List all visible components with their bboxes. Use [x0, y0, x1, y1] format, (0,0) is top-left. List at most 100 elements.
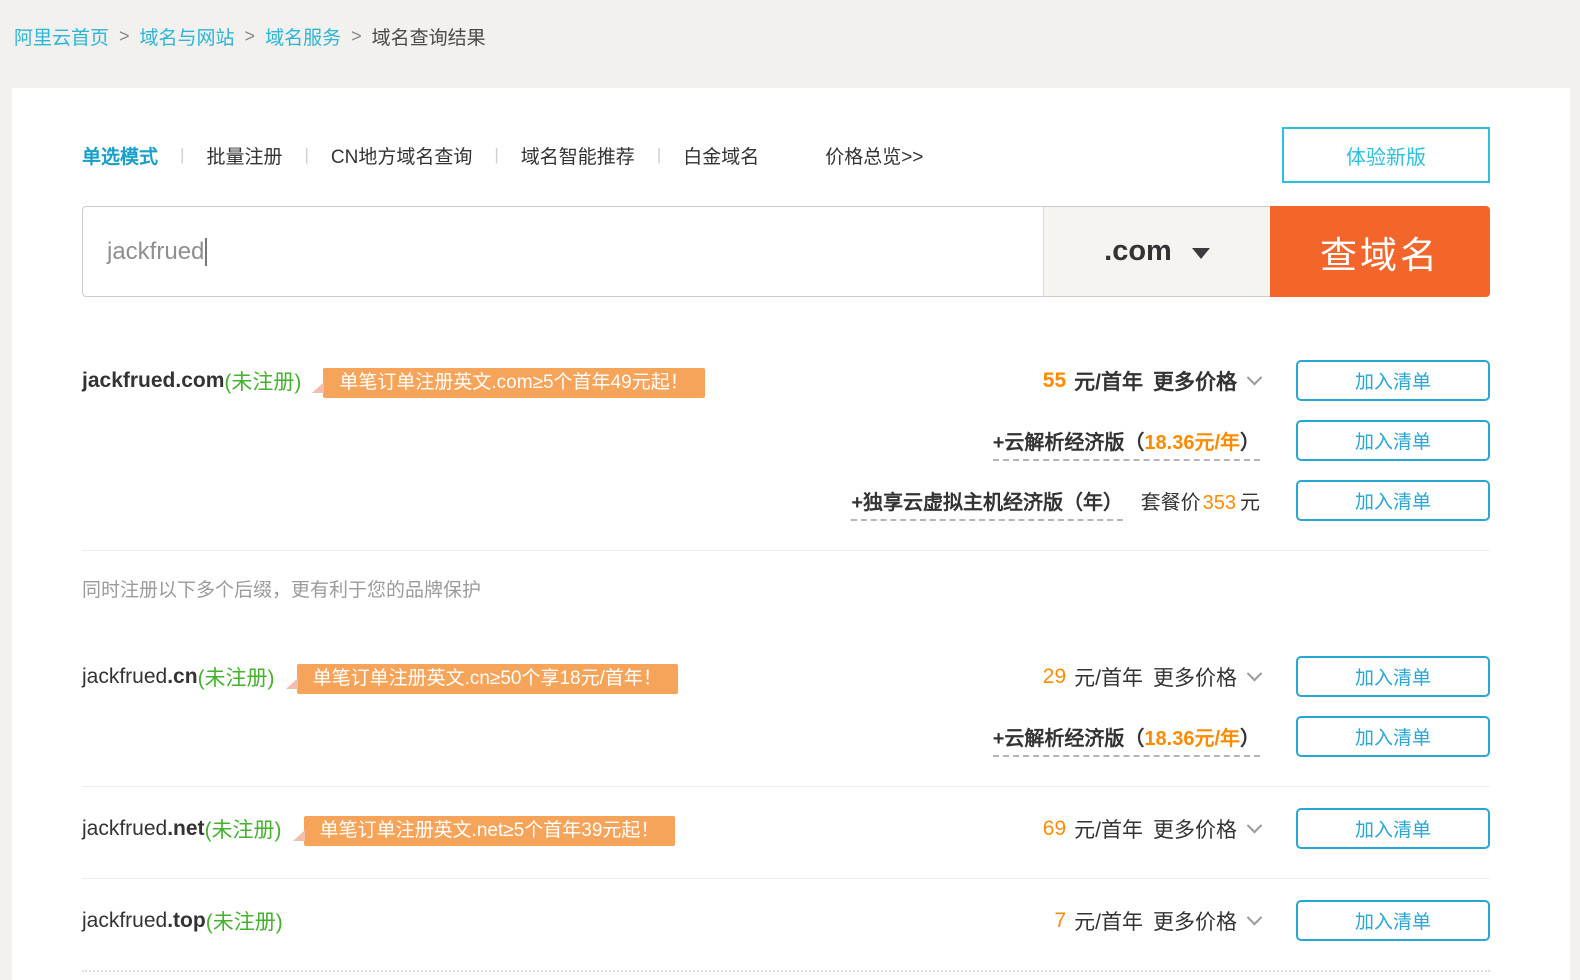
addon-label: +云解析经济版（: [993, 728, 1145, 750]
tab-platinum-domain[interactable]: 白金域名: [683, 142, 759, 169]
addon-text: +独享云虚拟主机经济版（年） 套餐价353元: [851, 486, 1260, 515]
addon-dns-link[interactable]: +云解析经济版（18.36元/年）: [993, 432, 1260, 461]
tab-separator: |: [657, 145, 661, 165]
breadcrumb-separator: >: [245, 26, 256, 47]
domain-search-bar: jackfrued .com 查域名: [82, 206, 1490, 297]
tab-smart-recommend[interactable]: 域名智能推荐: [521, 142, 635, 169]
price-area: 29 元/首年 更多价格: [1043, 662, 1260, 692]
add-to-list-button[interactable]: 加入清单: [1296, 480, 1490, 521]
addon-label-end: ）: [1240, 728, 1260, 750]
price-value: 7: [1054, 909, 1066, 933]
addon-row-host: +独享云虚拟主机经济版（年） 套餐价353元 加入清单: [82, 480, 1490, 521]
package-price-unit: 元: [1240, 492, 1260, 514]
promo-badge-text: 单笔订单注册英文.net≥5个首年39元起！: [304, 816, 676, 846]
addon-host-link[interactable]: +独享云虚拟主机经济版（年）: [851, 492, 1123, 521]
add-to-list-button[interactable]: 加入清单: [1296, 656, 1490, 697]
status-unregistered: (未注册): [224, 366, 301, 396]
breadcrumb-link-domain-website[interactable]: 域名与网站: [140, 23, 235, 50]
addon-row-dns: +云解析经济版（18.36元/年） 加入清单: [82, 716, 1490, 757]
domain-tld: .net: [167, 817, 204, 840]
price-area: 7 元/首年 更多价格: [1054, 906, 1260, 936]
addon-text: +云解析经济版（18.36元/年）: [993, 722, 1260, 751]
add-to-list-button[interactable]: 加入清单: [1296, 420, 1490, 461]
result-row-cn: jackfrued.cn (未注册) 单笔订单注册英文.cn≥50个享18元/首…: [82, 656, 1490, 697]
tab-separator: |: [304, 145, 308, 165]
status-unregistered: (未注册): [198, 662, 275, 692]
price-unit: 元/首年: [1074, 814, 1143, 844]
domain-name: jackfrued.top: [82, 909, 206, 933]
mode-tabs: 单选模式 | 批量注册 | CN地方域名查询 | 域名智能推荐 | 白金域名 价…: [82, 142, 923, 169]
status-unregistered: (未注册): [206, 906, 283, 936]
tab-batch-register[interactable]: 批量注册: [206, 142, 282, 169]
more-price-link[interactable]: 更多价格: [1153, 906, 1237, 936]
domain-tld: .top: [167, 909, 205, 932]
search-input-value: jackfrued: [107, 238, 204, 266]
domain-tld: .com: [175, 369, 224, 392]
addon-price: 18.36元/年: [1144, 432, 1240, 454]
addon-label: +独享云虚拟主机经济版（年）: [851, 492, 1123, 514]
add-to-list-button[interactable]: 加入清单: [1296, 900, 1490, 941]
package-price-label: 套餐价: [1141, 492, 1201, 514]
domain-name: jackfrued.cn: [82, 665, 198, 689]
tld-selected-value: .com: [1104, 235, 1172, 268]
breadcrumb-separator: >: [351, 26, 362, 47]
domain-label: jackfrued: [82, 817, 167, 840]
result-row-com: jackfrued.com (未注册) 单笔订单注册英文.com≥5个首年49元…: [82, 360, 1490, 401]
breadcrumb: 阿里云首页 > 域名与网站 > 域名服务 > 域名查询结果: [0, 0, 1580, 50]
more-price-link[interactable]: 更多价格: [1153, 662, 1237, 692]
promo-badge-text: 单笔订单注册英文.cn≥50个享18元/首年！: [297, 664, 678, 694]
addon-label: +云解析经济版（: [993, 432, 1145, 454]
package-price-value: 353: [1203, 492, 1236, 514]
price-value: 55: [1043, 369, 1066, 393]
promo-badge-text: 单笔订单注册英文.com≥5个首年49元起！: [323, 368, 704, 398]
section-divider: [82, 786, 1490, 787]
promo-badge: 单笔订单注册英文.cn≥50个享18元/首年！: [297, 663, 678, 690]
domain-label: jackfrued: [82, 665, 167, 688]
tab-separator: |: [494, 145, 498, 165]
status-unregistered: (未注册): [205, 814, 282, 844]
dropdown-arrow-icon: [1192, 248, 1210, 259]
breadcrumb-link-home[interactable]: 阿里云首页: [14, 23, 109, 50]
domain-tld: .cn: [167, 665, 197, 688]
result-row-net: jackfrued.net (未注册) 单笔订单注册英文.net≥5个首年39元…: [82, 808, 1490, 849]
price-unit: 元/首年: [1074, 366, 1143, 396]
chevron-down-icon[interactable]: [1247, 370, 1263, 386]
more-price-link[interactable]: 更多价格: [1153, 814, 1237, 844]
addon-price: 18.36元/年: [1144, 728, 1240, 750]
domain-search-input[interactable]: jackfrued: [82, 206, 1043, 297]
breadcrumb-current: 域名查询结果: [372, 23, 486, 50]
addon-package-price: 套餐价353元: [1141, 492, 1260, 514]
domain-label: jackfrued: [82, 909, 167, 932]
more-price-link[interactable]: 更多价格: [1153, 366, 1237, 396]
add-to-list-button[interactable]: 加入清单: [1296, 808, 1490, 849]
addon-row-dns: +云解析经济版（18.36元/年） 加入清单: [82, 420, 1490, 461]
search-domain-button[interactable]: 查域名: [1270, 206, 1490, 297]
tld-select-dropdown[interactable]: .com: [1043, 206, 1270, 297]
brand-protection-hint: 同时注册以下多个后缀，更有利于您的品牌保护: [82, 575, 1490, 602]
price-value: 29: [1043, 665, 1066, 689]
promo-badge: 单笔订单注册英文.net≥5个首年39元起！: [304, 815, 676, 842]
addon-dns-link[interactable]: +云解析经济版（18.36元/年）: [993, 728, 1260, 757]
add-to-list-button[interactable]: 加入清单: [1296, 716, 1490, 757]
chevron-down-icon[interactable]: [1247, 666, 1263, 682]
addon-text: +云解析经济版（18.36元/年）: [993, 426, 1260, 455]
breadcrumb-link-domain-service[interactable]: 域名服务: [265, 23, 341, 50]
topbar: 单选模式 | 批量注册 | CN地方域名查询 | 域名智能推荐 | 白金域名 价…: [82, 127, 1490, 183]
tab-separator: |: [180, 145, 184, 165]
try-new-version-button[interactable]: 体验新版: [1282, 127, 1490, 183]
price-overview-link[interactable]: 价格总览>>: [825, 142, 923, 169]
badge-tail-icon: [312, 382, 324, 393]
badge-tail-icon: [293, 830, 305, 841]
breadcrumb-separator: >: [119, 26, 130, 47]
domain-search-card: 单选模式 | 批量注册 | CN地方域名查询 | 域名智能推荐 | 白金域名 价…: [12, 88, 1570, 980]
domain-label: jackfrued: [82, 369, 175, 392]
section-divider: [82, 550, 1490, 551]
chevron-down-icon[interactable]: [1247, 818, 1263, 834]
chevron-down-icon[interactable]: [1247, 910, 1263, 926]
tab-cn-local-query[interactable]: CN地方域名查询: [331, 142, 472, 169]
price-area: 55 元/首年 更多价格: [1043, 366, 1260, 396]
price-value: 69: [1043, 817, 1066, 841]
add-to-list-button[interactable]: 加入清单: [1296, 360, 1490, 401]
tab-single-mode[interactable]: 单选模式: [82, 142, 158, 169]
bottom-dashed-divider: [82, 970, 1490, 972]
